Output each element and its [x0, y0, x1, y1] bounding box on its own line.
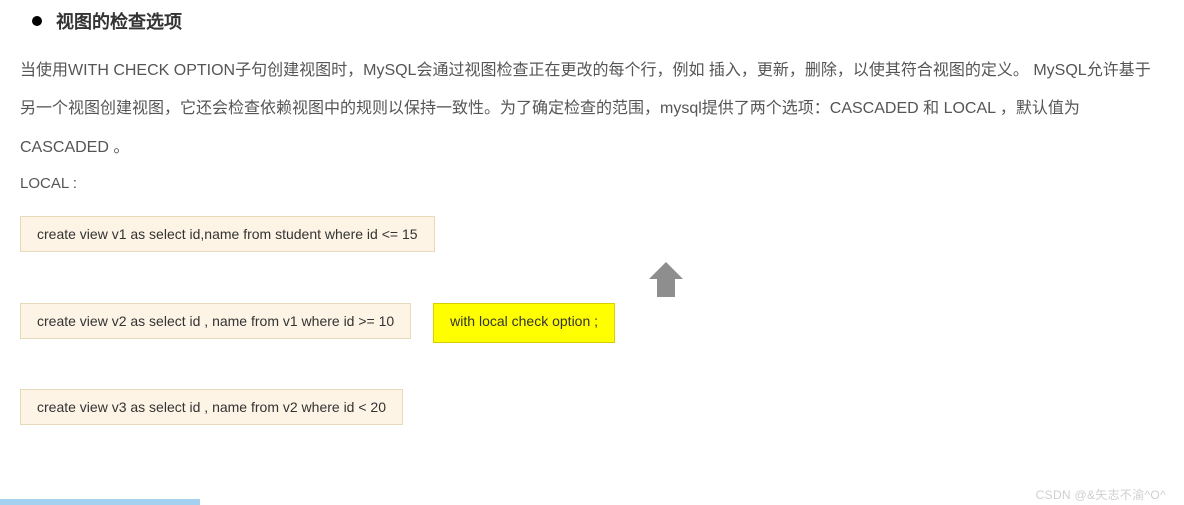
watermark-text: CSDN @&矢志不渝^O^	[1036, 486, 1166, 503]
code-block-v1: create view v1 as select id,name from st…	[20, 216, 435, 252]
highlight-check-option: with local check option ;	[433, 303, 615, 343]
section-heading: 视图的检查选项	[56, 8, 182, 34]
description-paragraph: 当使用WITH CHECK OPTION子句创建视图时，MySQL会通过视图检查…	[20, 52, 1164, 167]
heading-row: 视图的检查选项	[32, 8, 1164, 34]
code-row-v2: create view v2 as select id , name from …	[20, 303, 1164, 343]
arrow-up-icon	[168, 262, 1164, 297]
bullet-icon	[32, 16, 42, 26]
code-block-v3: create view v3 as select id , name from …	[20, 389, 403, 425]
bottom-progress-bar	[0, 499, 200, 505]
local-label: LOCAL :	[20, 175, 1164, 192]
code-block-v2: create view v2 as select id , name from …	[20, 303, 411, 339]
